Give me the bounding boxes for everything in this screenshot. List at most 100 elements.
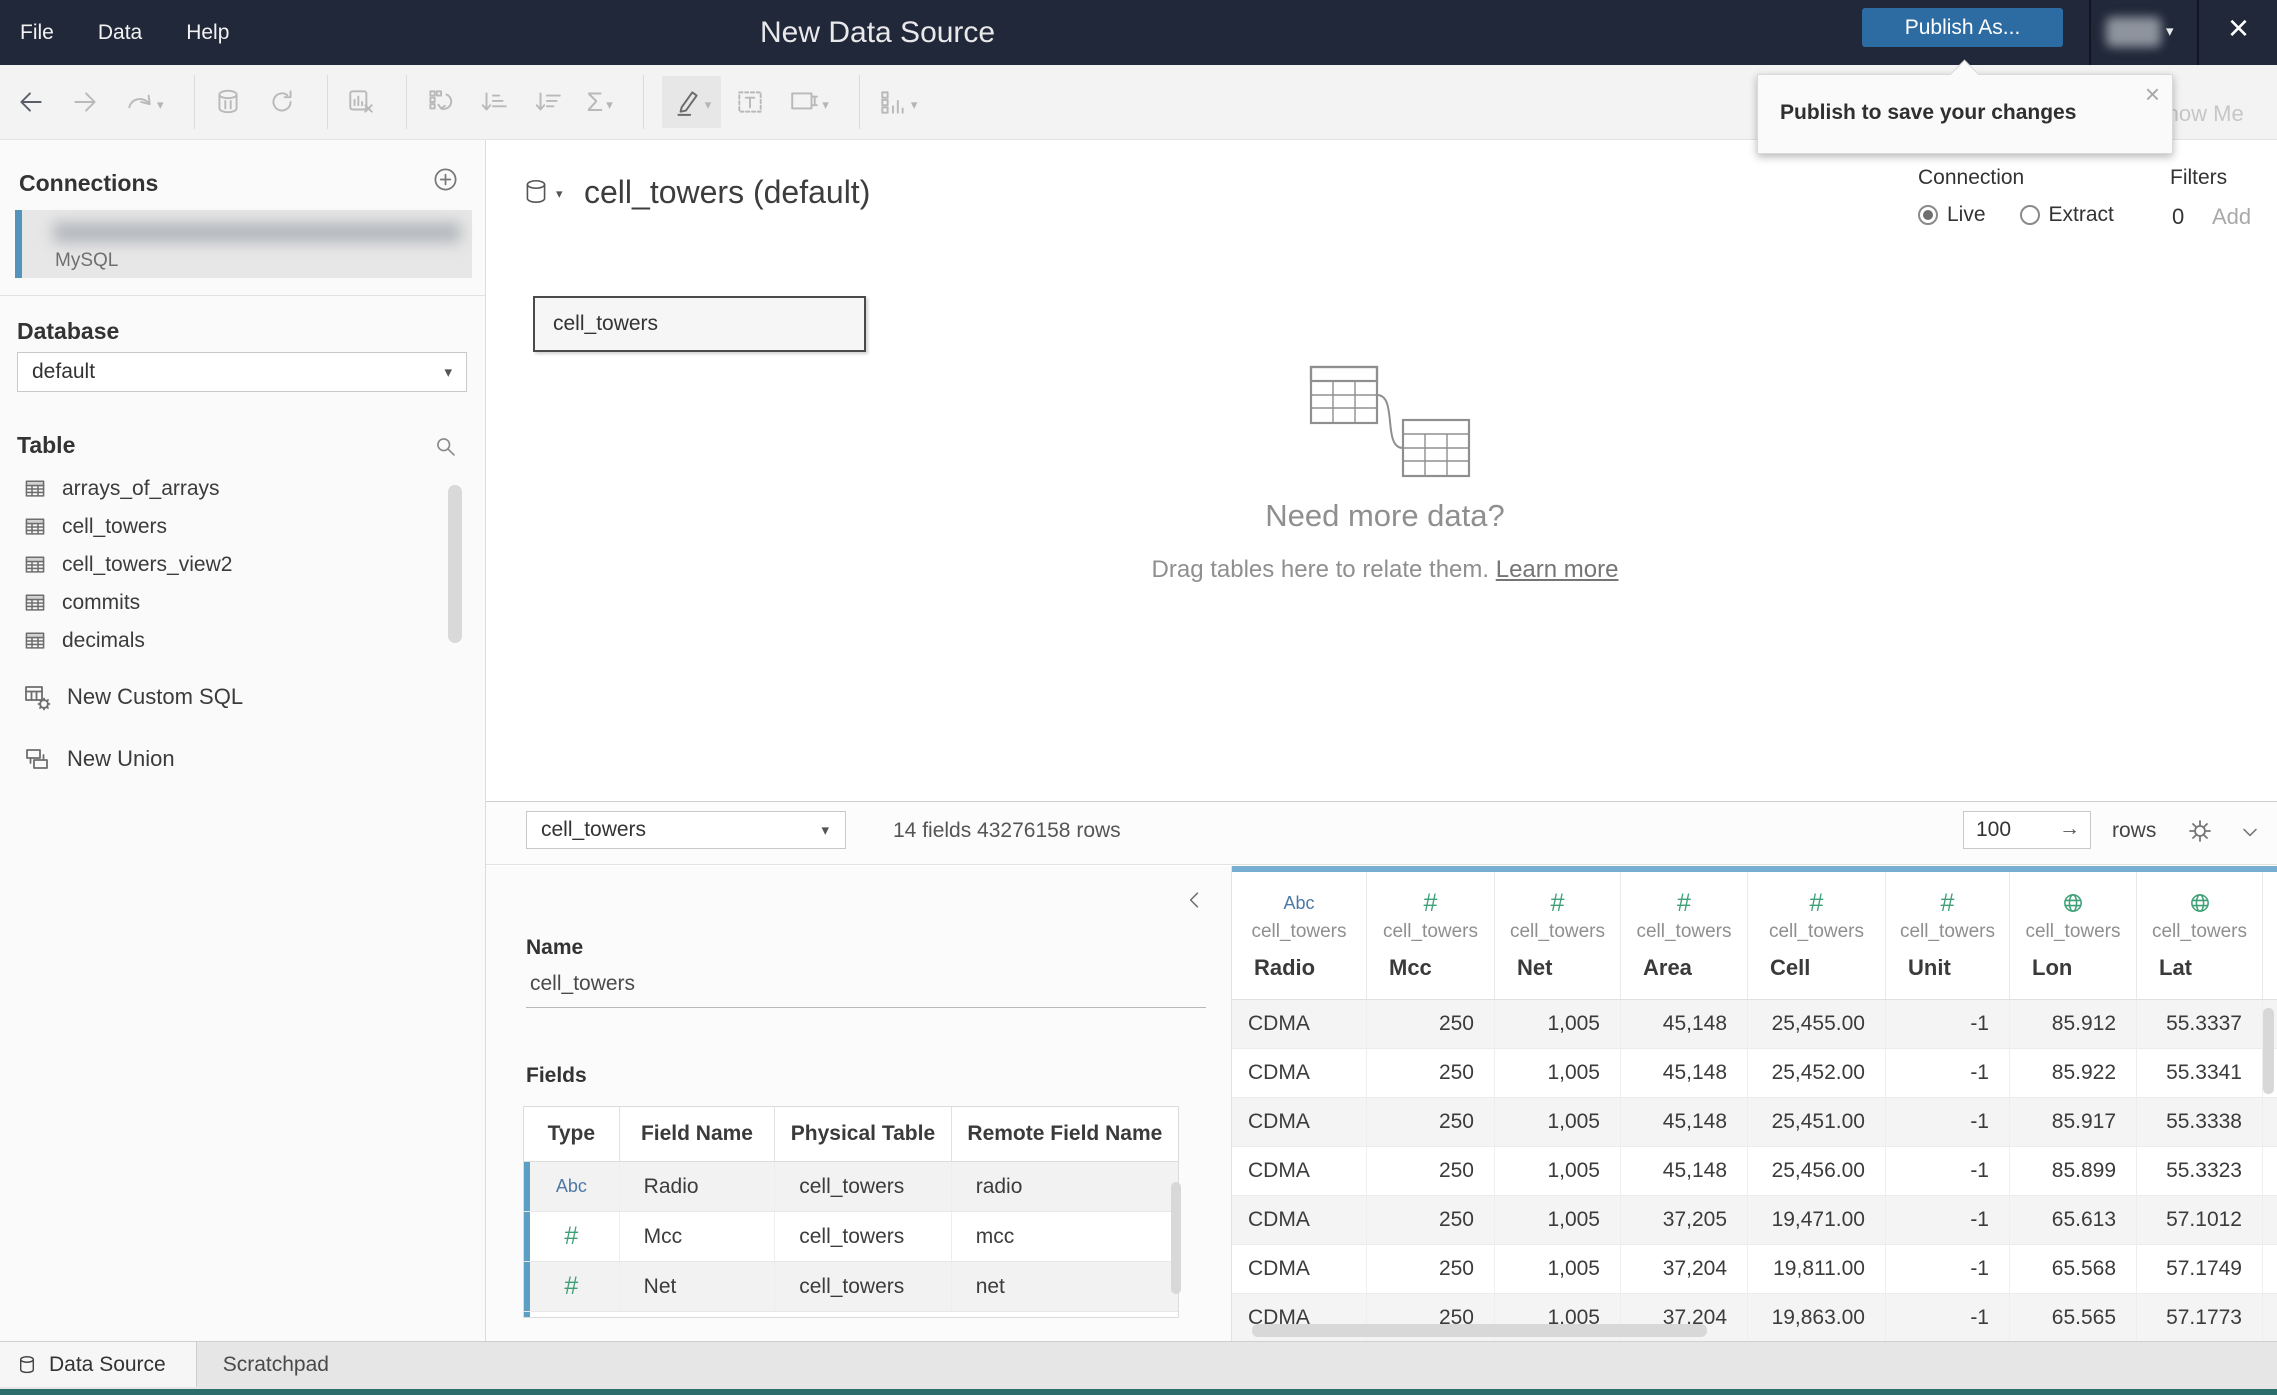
search-tables-icon[interactable]	[433, 434, 458, 464]
sort-descending-icon[interactable]	[533, 87, 563, 117]
name-value[interactable]: cell_towers	[530, 972, 635, 996]
preview-table-select-value: cell_towers	[541, 818, 647, 841]
table-icon	[23, 477, 47, 501]
new-custom-sql-button[interactable]: New Custom SQL	[23, 683, 243, 711]
field-row-summary: 14 fields 43276158 rows	[893, 819, 1121, 842]
grid-data-row[interactable]: CDMA 250 1,005 45,148 25,455.00 -1 85.912 55.33…	[1232, 1000, 2277, 1049]
grid-horizontal-scrollbar[interactable]	[1252, 1324, 1707, 1337]
grid-header-row: Abc cell_towers Radio # cell_towers Mcc # cell_…	[1232, 872, 2277, 1000]
menu-data[interactable]: Data	[98, 21, 142, 45]
table-heading: Table	[17, 432, 76, 458]
tableau-new-data-source-window: File Data Help New Data Source Publish As.…	[0, 0, 2277, 1395]
grid-data-row[interactable]: CDMA 250 1,005 37,205 19,471.00 -1 65.613 57.10…	[1232, 1196, 2277, 1245]
text-label-icon[interactable]	[735, 87, 765, 117]
physical-table-cell: cell_towers	[775, 1162, 952, 1211]
grid-header-unit[interactable]: # cell_towers Unit	[1886, 872, 2010, 999]
user-avatar[interactable]	[2106, 17, 2161, 47]
preview-grid: Abc cell_towers Radio # cell_towers Mcc # cell_…	[1231, 866, 2277, 1341]
grid-header-field-name: Lat	[2159, 955, 2192, 980]
sort-ascending-icon[interactable]	[479, 87, 509, 117]
tab-scratchpad[interactable]: Scratchpad	[197, 1342, 355, 1387]
fields-table-scrollbar[interactable]	[1171, 1182, 1181, 1294]
grid-cell: 37,205	[1621, 1196, 1748, 1244]
grid-cell: 1,005	[1495, 1196, 1621, 1244]
menu-file[interactable]: File	[20, 21, 54, 45]
grid-header-net[interactable]: # cell_towers Net	[1495, 872, 1621, 999]
fields-table-header: Type Field Name Physical Table Remote Fi…	[524, 1107, 1178, 1162]
show-mark-labels-icon[interactable]: ▾	[878, 87, 917, 117]
refresh-data-source-icon[interactable]	[267, 87, 297, 117]
field-row-accent-bar	[524, 1312, 530, 1317]
empty-state-subtitle: Drag tables here to relate them. Learn m…	[985, 556, 1785, 584]
table-list-item-commits[interactable]: commits	[0, 584, 470, 622]
extract-radio[interactable]: Extract	[2019, 203, 2114, 227]
redo-icon[interactable]: ▾	[124, 87, 164, 117]
clear-sheet-icon[interactable]	[346, 87, 376, 117]
preview-settings-gear-icon[interactable]	[2186, 817, 2214, 850]
table-list-scrollbar[interactable]	[448, 485, 462, 643]
add-connection-icon[interactable]	[432, 166, 459, 198]
grid-header-area[interactable]: # cell_towers Area	[1621, 872, 1748, 999]
custom-sql-icon	[23, 683, 51, 711]
grid-header-field-name: Mcc	[1389, 955, 1432, 980]
grid-header-spare-column	[2263, 872, 2277, 999]
table-list-item-cell_towers[interactable]: cell_towers	[0, 508, 470, 546]
grid-cell: 45,148	[1621, 1147, 1748, 1195]
grid-cell: 25,452.00	[1748, 1049, 1886, 1097]
table-list-item-decimals[interactable]: decimals	[0, 622, 470, 660]
field-row-partial	[524, 1312, 1178, 1317]
grid-data-row[interactable]: CDMA 250 1,005 45,148 25,456.00 -1 85.899 55.33…	[1232, 1147, 2277, 1196]
extract-radio-circle	[2019, 205, 2040, 225]
grid-header-lon[interactable]: cell_towers Lon	[2010, 872, 2137, 999]
table-list-item-cell_towers_view2[interactable]: cell_towers_view2	[0, 546, 470, 584]
database-select[interactable]: default ▾	[17, 352, 467, 392]
swap-rows-columns-icon[interactable]	[425, 87, 455, 117]
fit-icon[interactable]: ▾	[789, 87, 829, 117]
highlight-icon[interactable]: ▾	[661, 76, 722, 128]
datasource-cylinder-icon[interactable]	[521, 176, 551, 213]
table-node-cell-towers[interactable]: cell_towers	[533, 296, 866, 352]
tab-data-source[interactable]: Data Source	[0, 1342, 197, 1387]
connection-section-label: Connection	[1918, 166, 2025, 189]
field-row-radio[interactable]: Abc Radio cell_towers radio	[524, 1162, 1178, 1212]
row-count-input[interactable]	[1964, 812, 2058, 848]
forward-icon[interactable]	[70, 87, 100, 117]
back-icon[interactable]	[16, 87, 46, 117]
collapse-preview-chevron-icon[interactable]	[2238, 820, 2262, 849]
name-input-underline	[526, 1007, 1206, 1008]
pause-updates-icon[interactable]	[213, 87, 243, 117]
menu-help[interactable]: Help	[186, 21, 229, 45]
grid-cell: CDMA	[1232, 1098, 1367, 1146]
datasource-caret-icon[interactable]: ▾	[556, 186, 563, 202]
learn-more-link[interactable]: Learn more	[1496, 556, 1619, 583]
grid-header-mcc[interactable]: # cell_towers Mcc	[1367, 872, 1495, 999]
tooltip-close-icon[interactable]: ×	[2145, 79, 2160, 110]
table-list: arrays_of_arrays cell_towers cell_towers_v…	[0, 470, 470, 660]
grid-cell: 250	[1367, 1196, 1495, 1244]
grid-vertical-scrollbar[interactable]	[2263, 1008, 2274, 1094]
preview-table-select[interactable]: cell_towers ▾	[526, 811, 846, 849]
new-union-button[interactable]: New Union	[23, 745, 175, 773]
live-radio[interactable]: Live	[1918, 203, 1986, 227]
grid-data-row[interactable]: CDMA 250 1,005 45,148 25,451.00 -1 85.917 55.33…	[1232, 1098, 2277, 1147]
grid-header-lat[interactable]: cell_towers Lat	[2137, 872, 2263, 999]
grid-data-row[interactable]: CDMA 250 1,005 37,204 19,811.00 -1 65.568 57.17…	[1232, 1245, 2277, 1294]
filters-add-button[interactable]: Add	[2212, 204, 2251, 230]
publish-as-button[interactable]: Publish As...	[1862, 8, 2063, 47]
apply-row-count-icon[interactable]: →	[2059, 817, 2080, 841]
connection-item[interactable]: MySQL	[15, 210, 472, 278]
grid-header-radio[interactable]: Abc cell_towers Radio	[1232, 872, 1367, 999]
field-row-net[interactable]: # Net cell_towers net	[524, 1262, 1178, 1312]
collapse-metadata-chevron-icon[interactable]	[1182, 888, 1206, 917]
table-icon	[23, 553, 47, 577]
user-menu-caret-icon[interactable]: ▾	[2166, 22, 2174, 40]
window-title: New Data Source	[760, 16, 996, 49]
grid-data-row[interactable]: CDMA 250 1,005 45,148 25,452.00 -1 85.922 55.33…	[1232, 1049, 2277, 1098]
field-row-mcc[interactable]: # Mcc cell_towers mcc	[524, 1212, 1178, 1262]
string-type-icon: Abc	[524, 1162, 620, 1211]
table-list-item-arrays_of_arrays[interactable]: arrays_of_arrays	[0, 470, 470, 508]
close-window-icon[interactable]: ×	[2228, 7, 2249, 49]
totals-icon[interactable]: Σ ▾	[587, 87, 613, 117]
grid-header-cell[interactable]: # cell_towers Cell	[1748, 872, 1886, 999]
grid-cell: 57.1773	[2137, 1294, 2263, 1341]
